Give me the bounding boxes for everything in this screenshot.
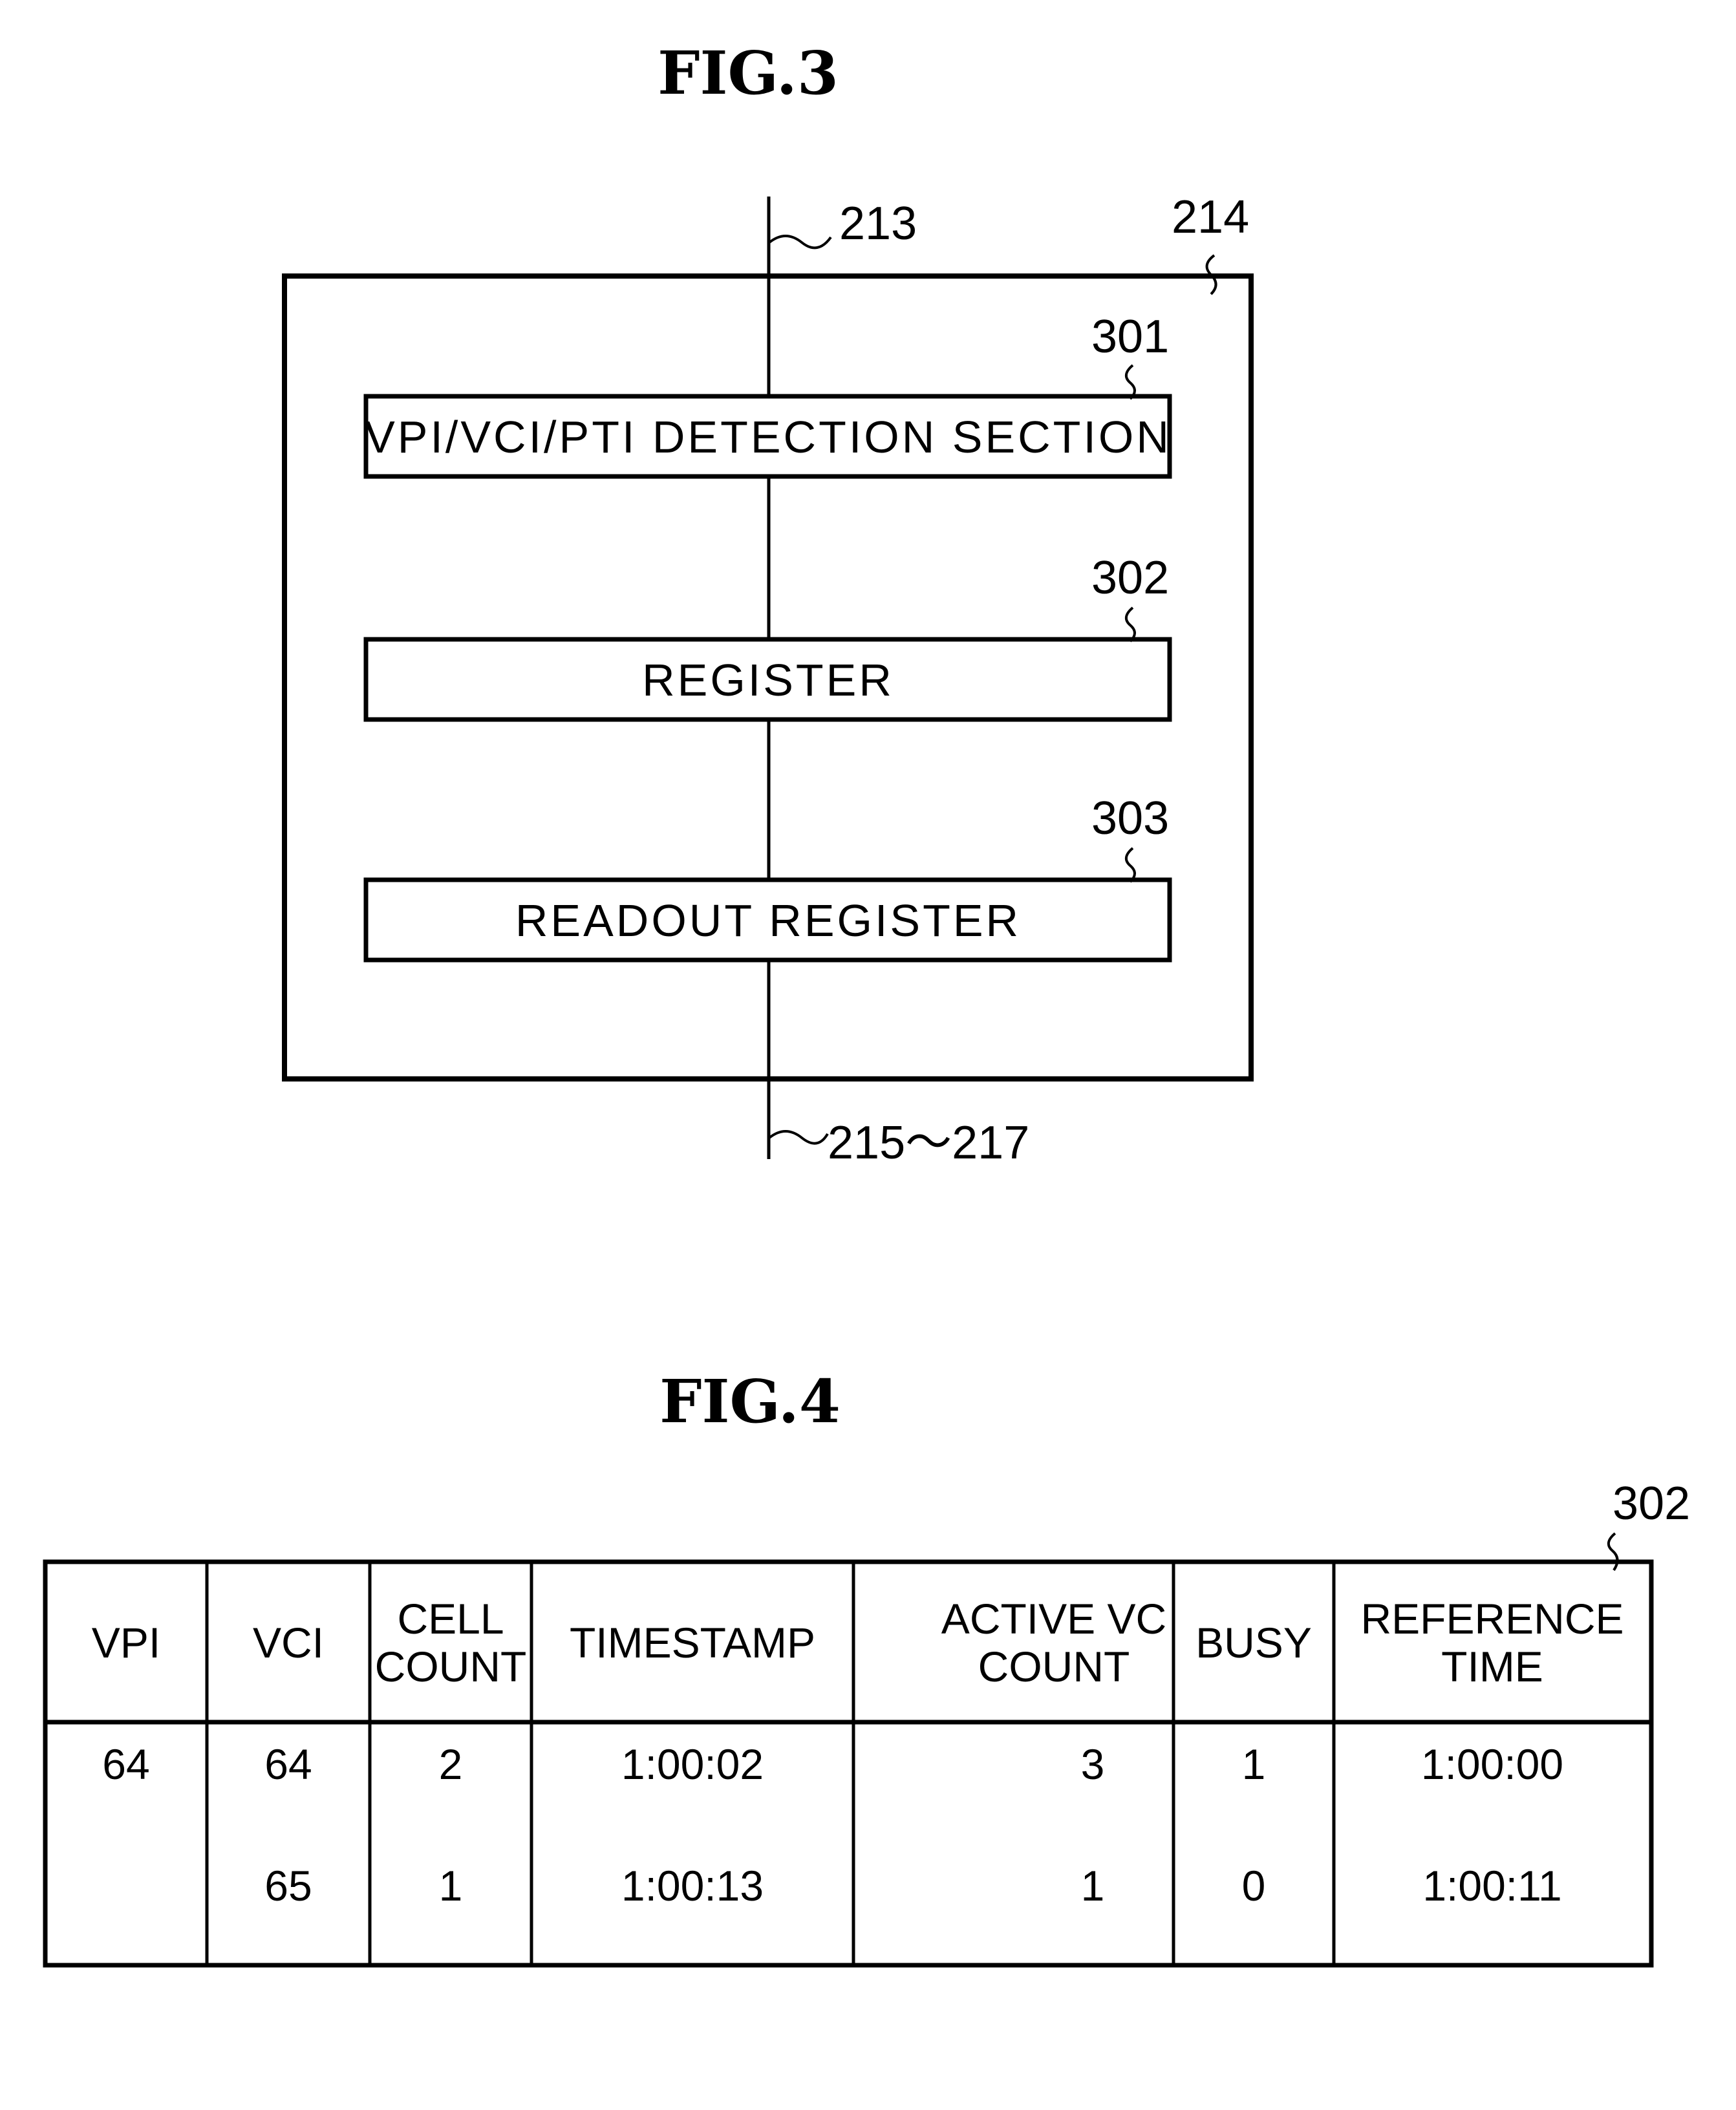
- table-cell: 1:00:11: [1422, 1862, 1561, 1910]
- table-cell: 64: [102, 1740, 149, 1788]
- table-cell: 64: [264, 1740, 312, 1788]
- table-cell: 65: [264, 1862, 312, 1910]
- block-303-label: READOUT REGISTER: [515, 895, 1021, 946]
- block-302-label: REGISTER: [642, 655, 894, 705]
- ref-303: 303: [1091, 793, 1169, 844]
- column-header: BUSY: [1195, 1619, 1312, 1667]
- leader-215-217: [768, 1130, 829, 1145]
- table-cell: 2: [439, 1740, 463, 1788]
- column-header: ACTIVE VC COUNT: [941, 1595, 1166, 1690]
- column-header: REFERENCE TIME: [1360, 1595, 1623, 1690]
- ref-302-table: 302: [1613, 1478, 1690, 1529]
- leader-302-table: [1607, 1532, 1619, 1572]
- table-cell: 3: [1081, 1740, 1105, 1788]
- table-cell: 1:00:13: [621, 1862, 764, 1910]
- leader-213: [768, 235, 832, 250]
- leader-301: [1125, 364, 1136, 400]
- ref-213: 213: [839, 198, 917, 250]
- column-header: CELL COUNT: [375, 1595, 527, 1690]
- fig4-title: FIG.4: [659, 1367, 841, 1436]
- ref-214: 214: [1172, 191, 1249, 243]
- table-cell: 1:00:02: [621, 1740, 764, 1788]
- fig3-title: FIG.3: [658, 38, 839, 108]
- column-header: VPI: [92, 1619, 160, 1667]
- table-cell: 1: [1081, 1862, 1105, 1910]
- ref-302: 302: [1091, 552, 1169, 604]
- ref-301: 301: [1091, 311, 1169, 363]
- ref-215-217: 215～217: [828, 1117, 1029, 1169]
- table-cell: 1: [439, 1862, 463, 1910]
- leader-302: [1125, 606, 1136, 643]
- patent-drawing: FIG.3 213 214 VPI/VCI/PTI DETECTION SECT…: [43, 38, 1690, 1968]
- table-cell: 0: [1242, 1862, 1266, 1910]
- table-cell: 1: [1242, 1740, 1266, 1788]
- table-cell: 1:00:00: [1421, 1740, 1563, 1788]
- fig3-diagram: 213 214 VPI/VCI/PTI DETECTION SECTION 30…: [282, 191, 1254, 1169]
- fig4-table: 302 VPI VCI CELL COUNT TIMESTAMP ACTIVE VC COU…: [43, 1478, 1690, 1968]
- block-301-label: VPI/VCI/PTI DETECTION SECTION: [365, 412, 1172, 462]
- column-header: VCI: [253, 1619, 324, 1667]
- column-header: TIMESTAMP: [570, 1619, 815, 1667]
- leader-303: [1125, 847, 1136, 883]
